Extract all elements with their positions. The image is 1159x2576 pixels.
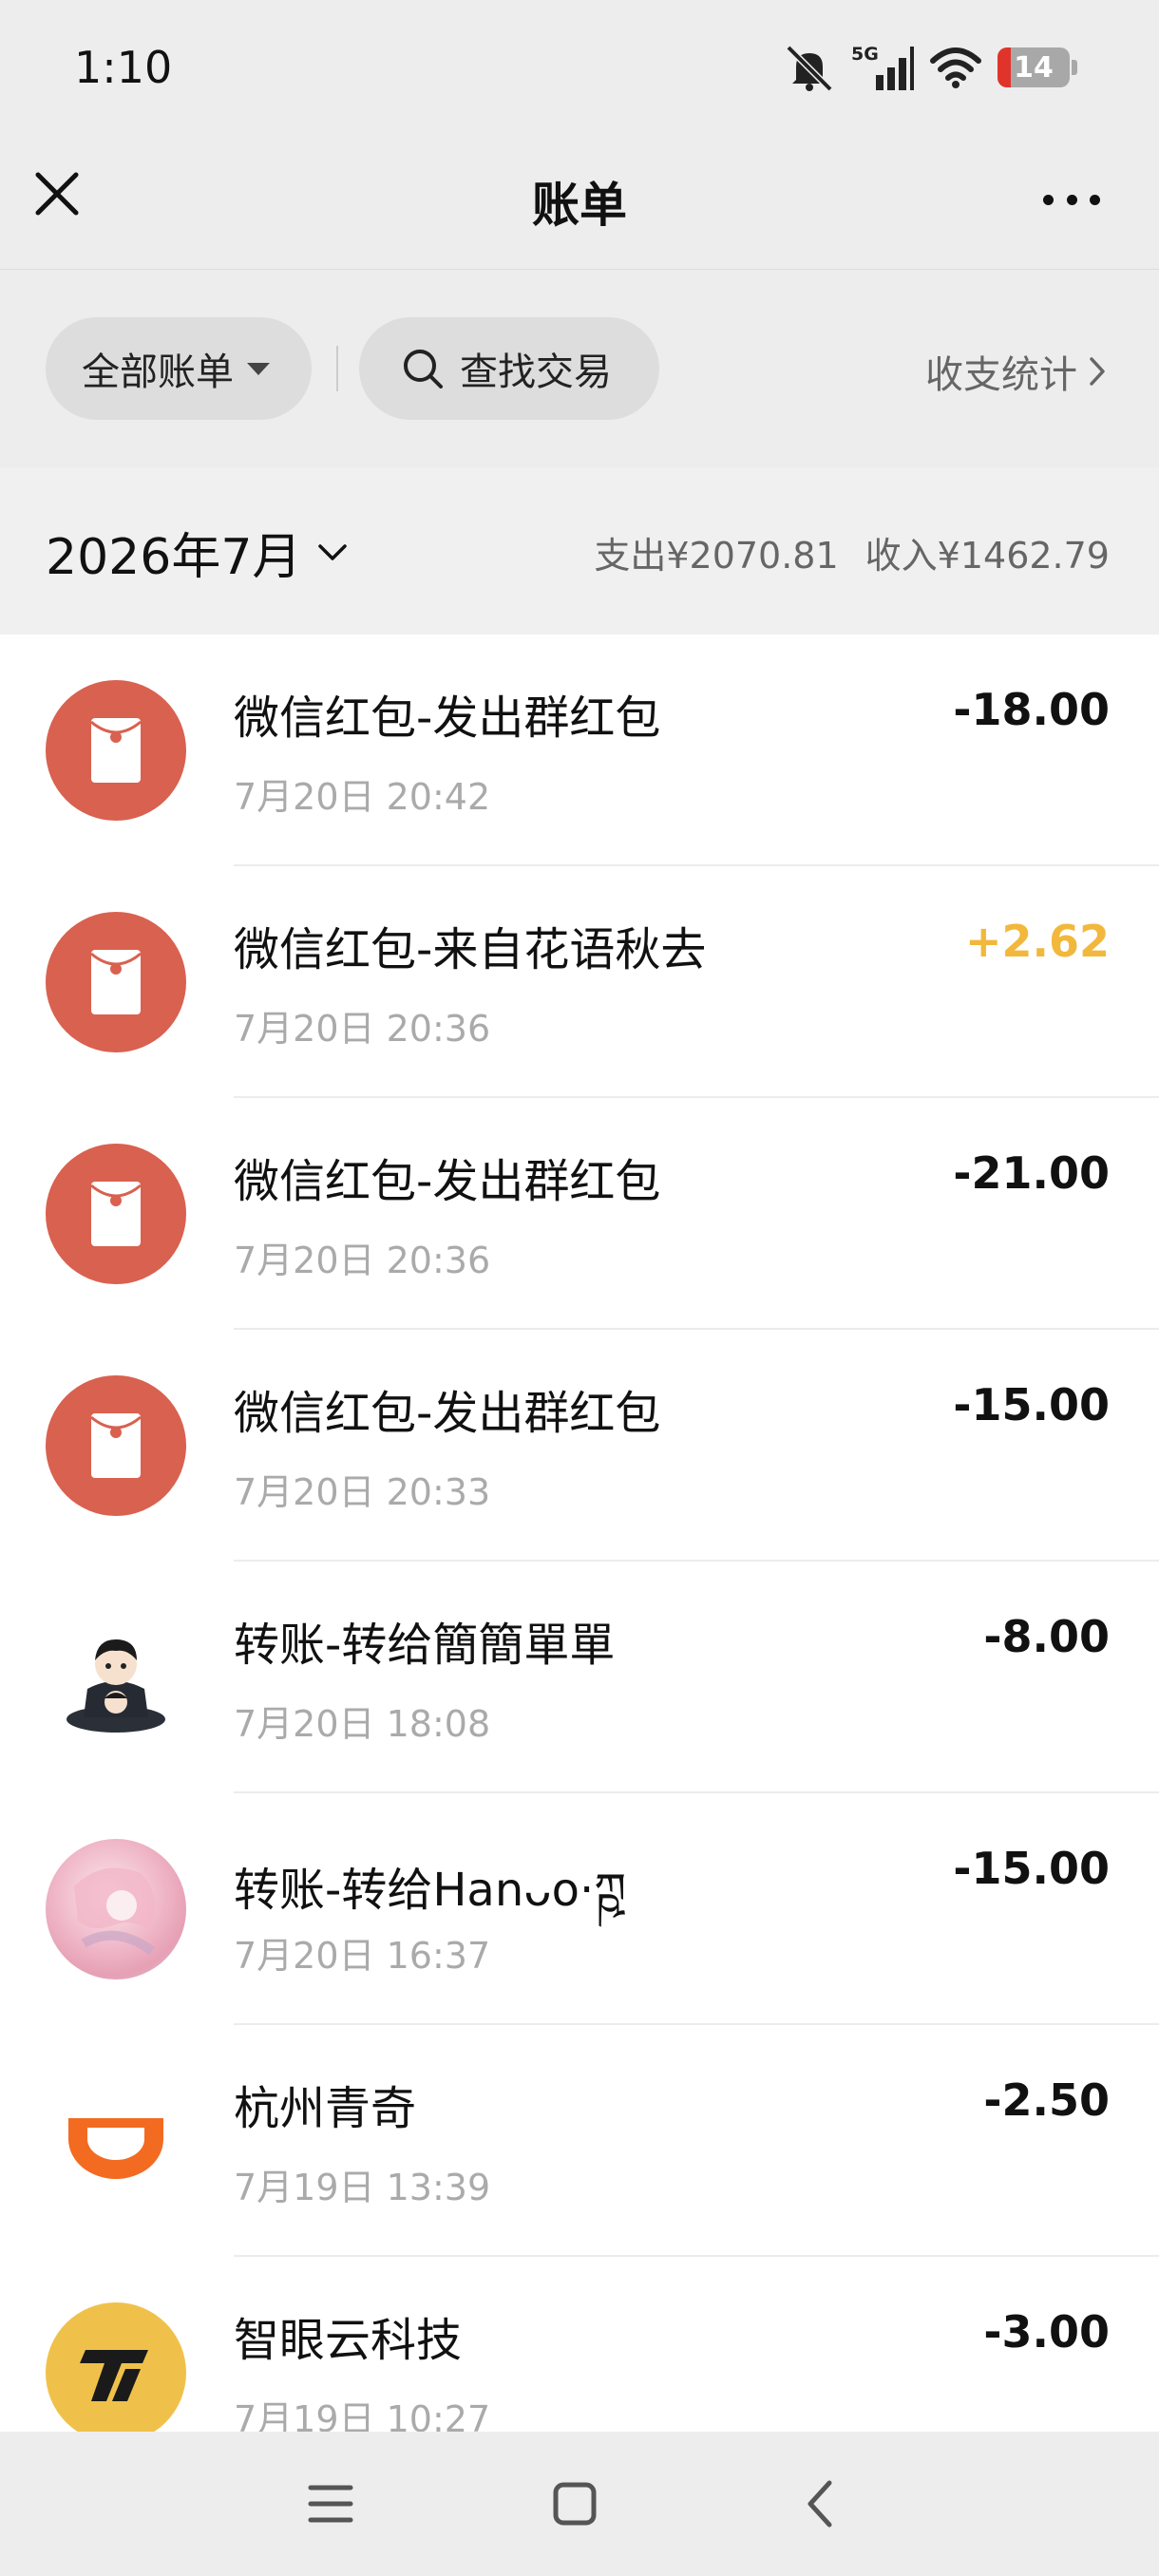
title-bar: 账单 (0, 133, 1159, 270)
signal-5g-icon: 5G (851, 44, 914, 90)
more-icon (1043, 194, 1054, 205)
page-title: 账单 (532, 178, 627, 233)
red-packet-icon (46, 680, 186, 821)
income-expense-stats-link[interactable]: 收支统计 (925, 344, 1108, 399)
filter-divider (336, 346, 338, 391)
transaction-title: 微信红包-来自花语秋去 (234, 923, 707, 976)
back-icon (808, 2480, 832, 2528)
transaction-amount: -15.00 (953, 1843, 1110, 1894)
transaction-time: 7月20日 20:36 (234, 1008, 491, 1050)
transaction-amount: -21.00 (953, 1147, 1110, 1199)
month-header: 2026年7月 支出¥2070.81 收入¥1462.79 (0, 467, 1159, 635)
home-button[interactable] (537, 2466, 613, 2542)
recent-apps-button[interactable] (293, 2466, 369, 2542)
wifi-icon (930, 47, 981, 88)
anime-avatar (46, 1839, 186, 1979)
transaction-title: 微信红包-发出群红包 (234, 1387, 661, 1440)
transaction-row[interactable]: 智眼云科技 7月19日 10:27 -3.00 (0, 2257, 1159, 2432)
search-transactions-button[interactable]: 查找交易 (359, 317, 659, 420)
transaction-amount: -15.00 (953, 1379, 1110, 1430)
transaction-title: 微信红包-发出群红包 (234, 1155, 661, 1208)
svg-text:5G: 5G (851, 44, 879, 65)
chevron-right-icon (1090, 357, 1105, 386)
month-summary: 支出¥2070.81 收入¥1462.79 (594, 526, 1110, 578)
transaction-row[interactable]: 微信红包-发出群红包 7月20日 20:36 -21.00 (0, 1098, 1159, 1330)
transaction-row[interactable]: 微信红包-发出群红包 7月20日 20:42 -18.00 (0, 635, 1159, 866)
transaction-row[interactable]: 转账-转给簡簡單單 7月20日 18:08 -8.00 (0, 1562, 1159, 1793)
transaction-title: 杭州青奇 (234, 2082, 417, 2135)
transaction-time: 7月20日 18:08 (234, 1703, 491, 1745)
stats-label: 收支统计 (925, 353, 1077, 397)
transaction-row[interactable]: 微信红包-来自花语秋去 7月20日 20:36 +2.62 (0, 866, 1159, 1098)
transaction-amount: -2.50 (983, 2074, 1110, 2126)
red-packet-icon (46, 1375, 186, 1516)
zhiyan-logo (46, 2302, 186, 2432)
back-button[interactable] (781, 2466, 857, 2542)
all-bills-label: 全部账单 (82, 350, 234, 394)
income-total: 收入¥1462.79 (864, 535, 1110, 577)
didi-logo (46, 2071, 186, 2211)
transaction-row[interactable]: 微信红包-发出群红包 7月20日 20:33 -15.00 (0, 1330, 1159, 1562)
all-bills-dropdown[interactable]: 全部账单 (46, 317, 312, 420)
status-bar: 1:10 5G 14 (0, 0, 1159, 133)
search-label: 查找交易 (460, 350, 612, 394)
battery-icon: 14 (998, 47, 1070, 87)
home-square-icon (553, 2482, 597, 2526)
transaction-list: 微信红包-发出群红包 7月20日 20:42 -18.00 微信红包-来自花语秋… (0, 635, 1159, 2432)
search-icon (404, 350, 443, 388)
transaction-title: 微信红包-发出群红包 (234, 691, 661, 745)
expense-total: 支出¥2070.81 (594, 535, 839, 577)
transaction-amount: -3.00 (983, 2306, 1110, 2358)
transaction-amount: +2.62 (964, 916, 1110, 967)
caret-down-icon (247, 362, 270, 375)
status-icons: 5G 14 (783, 40, 1077, 95)
menu-icon (308, 2485, 353, 2523)
cartoon-avatar (46, 1607, 186, 1748)
system-nav-bar (0, 2432, 1159, 2576)
transaction-time: 7月19日 10:27 (234, 2398, 491, 2432)
red-packet-icon (46, 1144, 186, 1284)
mute-icon (786, 45, 833, 91)
transaction-amount: -8.00 (983, 1611, 1110, 1662)
red-packet-icon (46, 912, 186, 1052)
month-label: 2026年7月 (46, 529, 302, 586)
transaction-time: 7月20日 20:42 (234, 776, 491, 818)
transaction-title: 转账-转给簡簡單單 (234, 1619, 616, 1672)
transaction-time: 7月20日 20:36 (234, 1240, 491, 1281)
month-selector[interactable]: 2026年7月 (46, 517, 349, 588)
filter-bar: 全部账单 查找交易 收支统计 (0, 270, 1159, 467)
transaction-amount: -18.00 (953, 684, 1110, 735)
more-button[interactable] (1034, 171, 1110, 228)
transaction-time: 7月20日 16:37 (234, 1935, 491, 1977)
status-time: 1:10 (74, 42, 173, 93)
chevron-down-icon (318, 543, 348, 560)
transaction-row[interactable]: 转账-转给Hanᴗo·ཀྵ 7月20日 16:37 -15.00 (0, 1793, 1159, 2025)
transaction-time: 7月20日 20:33 (234, 1471, 491, 1513)
transaction-time: 7月19日 13:39 (234, 2167, 491, 2208)
transaction-title: 智眼云科技 (234, 2314, 463, 2367)
transaction-row[interactable]: 杭州青奇 7月19日 13:39 -2.50 (0, 2025, 1159, 2257)
